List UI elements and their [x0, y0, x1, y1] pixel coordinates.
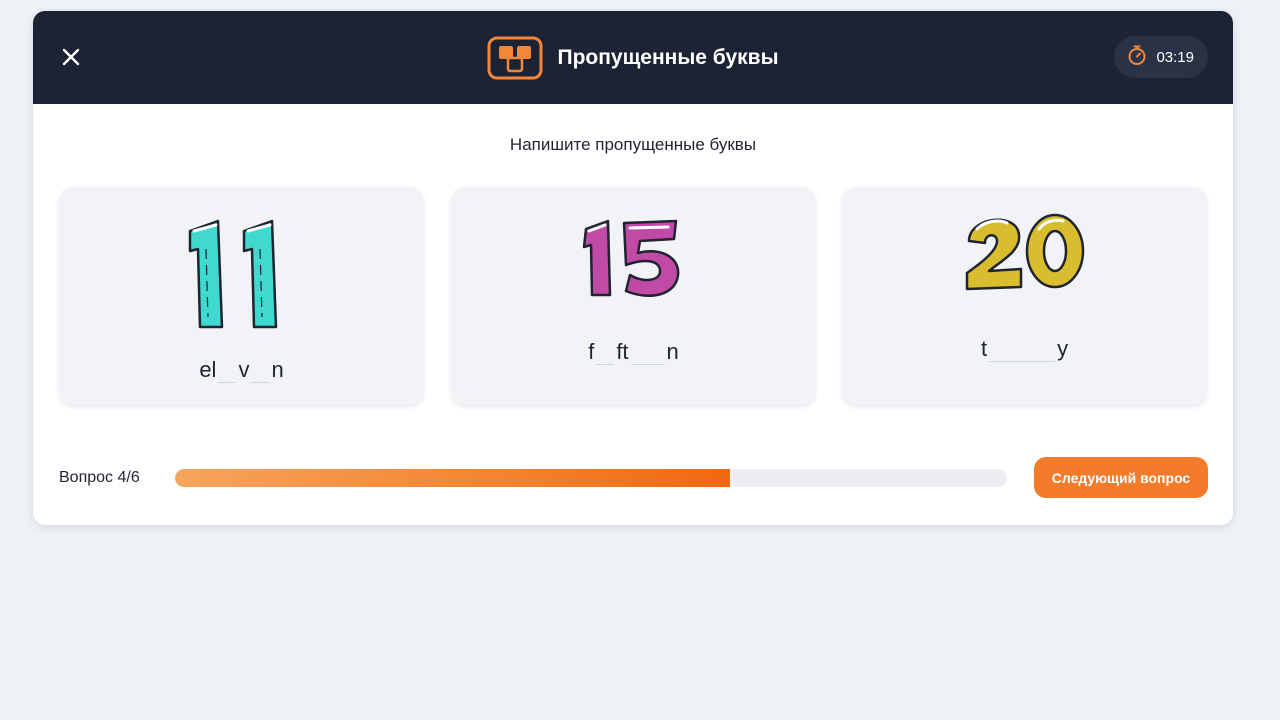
number-eleven-image — [59, 209, 424, 329]
page-title: Пропущенные буквы — [557, 45, 779, 69]
timer-value: 03:19 — [1156, 48, 1194, 66]
word-part: n — [666, 339, 679, 364]
blank-slot[interactable] — [218, 359, 237, 383]
blank-slot[interactable] — [251, 359, 270, 383]
blank-slot[interactable] — [596, 341, 615, 365]
header-bar: Пропущенные буквы 03:19 — [33, 11, 1233, 104]
word-card-fifteen: f ft n — [451, 187, 816, 405]
quiz-card: Пропущенные буквы 03:19 Напишите пропуще… — [33, 11, 1233, 525]
next-question-button[interactable]: Следующий вопрос — [1034, 457, 1208, 498]
word-part: y — [1057, 336, 1069, 361]
stopwatch-icon — [1126, 44, 1148, 70]
word-part: ft — [616, 339, 629, 364]
number-twenty-image — [842, 207, 1207, 297]
timer-badge: 03:19 — [1114, 36, 1208, 78]
progress-fill — [175, 469, 730, 487]
word-part: el — [199, 357, 217, 382]
blank-slot[interactable] — [989, 338, 1056, 362]
word-fifteen: f ft n — [451, 339, 816, 365]
number-fifteen-image — [451, 209, 816, 309]
progress-bar — [175, 469, 1007, 487]
word-part: t — [980, 336, 988, 361]
word-part: f — [588, 339, 595, 364]
word-card-eleven: el v n — [59, 187, 424, 405]
blank-slot[interactable] — [630, 341, 665, 365]
word-part: n — [271, 357, 284, 382]
word-eleven: el v n — [59, 357, 424, 383]
word-card-twenty: t y — [842, 187, 1207, 405]
tiles-icon — [487, 36, 543, 80]
title-group: Пропущенные буквы — [33, 11, 1233, 104]
question-counter: Вопрос 4/6 — [59, 469, 140, 486]
word-part: v — [238, 357, 250, 382]
instruction-text: Напишите пропущенные буквы — [509, 135, 757, 154]
word-twenty: t y — [842, 336, 1207, 362]
